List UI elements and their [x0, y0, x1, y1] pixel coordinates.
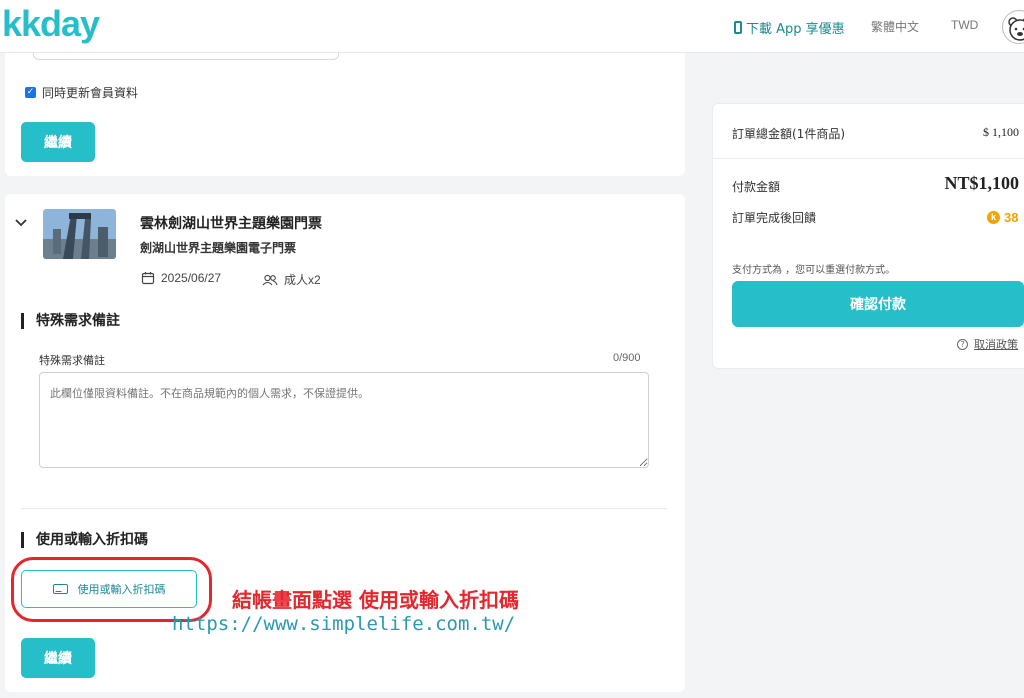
special-request-textarea[interactable] [39, 372, 649, 468]
pay-amount-label: 付款金額 [732, 180, 781, 194]
bear-avatar-icon [1008, 17, 1024, 41]
passenger-count: 成人x2 [262, 271, 321, 288]
pay-amount-value: NT$1,100 [944, 173, 1019, 193]
product-subtitle: 劍湖山世界主題樂園電子門票 [140, 241, 297, 255]
contact-input-bottom[interactable] [33, 52, 339, 60]
travel-date: 2025/06/27 [141, 271, 221, 285]
app-download-label: 下載 App 享優惠 [746, 22, 845, 37]
summary-divider [713, 158, 1024, 159]
confirm-payment-button[interactable]: 確認付款 [732, 281, 1024, 327]
cancel-policy-link[interactable]: ? 取消政策 [957, 336, 1018, 352]
top-header: kkday 下載 App 享優惠 繁體中文 TWD [0, 0, 1024, 53]
currency-selector[interactable]: TWD [951, 18, 978, 32]
special-request-counter: 0/900 [613, 352, 641, 364]
annotation-instruction: 結帳畫面點選 使用或輸入折扣碼 [232, 588, 519, 612]
section-divider [21, 508, 667, 509]
kkday-logo[interactable]: kkday [2, 4, 100, 44]
order-summary-card: 訂單總金額(1件商品) $ 1,100 付款金額 NT$1,100 訂單完成後回… [712, 103, 1024, 369]
product-title: 雲林劍湖山世界主題樂園門票 [140, 216, 322, 232]
update-member-checkbox-row[interactable]: ✓ 同時更新會員資料 [25, 84, 138, 101]
product-thumbnail [43, 209, 116, 259]
language-selector[interactable]: 繁體中文 [871, 18, 919, 35]
calendar-icon [141, 272, 155, 285]
special-request-section-title: 特殊需求備註 [21, 313, 120, 329]
order-total-value: $ 1,100 [983, 125, 1019, 139]
kkday-coin-icon: k [987, 211, 1000, 224]
question-icon: ? [957, 338, 968, 350]
travel-date-value: 2025/06/27 [161, 271, 222, 285]
phone-icon [734, 21, 742, 34]
chevron-down-icon[interactable] [14, 216, 28, 232]
people-icon [262, 274, 278, 285]
reward-points: k 38 [987, 210, 1018, 225]
coupon-section-title: 使用或輸入折扣碼 [21, 532, 148, 548]
continue-button[interactable]: 繼續 [21, 122, 95, 162]
order-total-label: 訂單總金額(1件商品) [732, 127, 845, 141]
contact-info-card: ✓ 同時更新會員資料 繼續 [5, 52, 685, 176]
reward-label: 訂單完成後回饋 [732, 211, 817, 225]
special-request-label: 特殊需求備註 [39, 354, 105, 367]
coupon-button-label: 使用或輸入折扣碼 [77, 583, 166, 596]
coupon-button[interactable]: 使用或輸入折扣碼 [21, 570, 197, 608]
update-member-label: 同時更新會員資料 [42, 86, 139, 100]
cancel-policy-label: 取消政策 [974, 338, 1018, 351]
coupon-ticket-icon [52, 584, 68, 594]
continue-button-2[interactable]: 繼續 [21, 638, 95, 678]
payment-method-note: 支付方式為 ，您可以重選付款方式。 [732, 265, 896, 276]
checked-checkbox-icon[interactable]: ✓ [25, 87, 36, 98]
reward-points-value: 38 [1004, 210, 1019, 225]
passenger-count-value: 成人x2 [284, 273, 321, 287]
user-avatar[interactable] [1002, 10, 1024, 44]
annotation-watermark-url: https://www.simplelife.com.tw/ [172, 613, 516, 635]
app-download-link[interactable]: 下載 App 享優惠 [734, 18, 845, 37]
